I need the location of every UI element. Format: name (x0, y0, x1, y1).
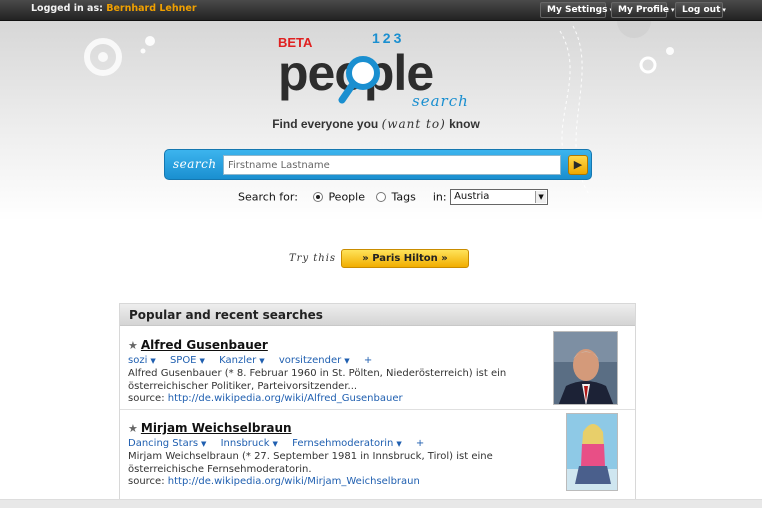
in-label: in: (432, 190, 447, 204)
tag-label: vorsitzender (278, 355, 342, 366)
tag-label: sozi (128, 355, 148, 366)
my-settings-button[interactable]: My Settings▾ (540, 2, 613, 18)
entry-description: Mirjam Weichselbraun (* 27. September 19… (128, 451, 493, 475)
person-photo[interactable] (566, 413, 618, 491)
source-label: source: (128, 476, 165, 487)
chevron-down-icon: ▼ (201, 440, 207, 448)
my-profile-button[interactable]: My Profile ▾ (611, 2, 675, 18)
username: Bernhard Lehner (106, 3, 197, 14)
popular-searches-panel: Popular and recent searches ★ Alfred Guse… (119, 303, 636, 500)
tagline: Find everyone you (want to) know (0, 117, 752, 131)
country-select[interactable]: Austria ▼ (450, 189, 549, 205)
tag-link[interactable]: Dancing Stars ▼ (128, 438, 206, 449)
try-this-label: Try this (289, 253, 337, 264)
tag-label: Dancing Stars (128, 438, 199, 449)
chevron-down-icon: ▼ (259, 357, 265, 365)
chevron-down-icon: ▼ (535, 191, 547, 203)
tag-label: Fernsehmoderatorin (292, 438, 394, 449)
tagline-script: (want to) (381, 117, 446, 131)
my-profile-label: My Profile (618, 5, 670, 15)
tag-link[interactable]: Fernsehmoderatorin ▼ (292, 438, 402, 449)
tag-label: Kanzler (219, 355, 257, 366)
add-tag-button[interactable]: + (364, 355, 372, 366)
entry-source: source: http://de.wikipedia.org/wiki/Alf… (128, 393, 403, 404)
radio-tags[interactable] (375, 192, 386, 202)
tag-link[interactable]: vorsitzender ▼ (279, 355, 350, 366)
chevron-down-icon: ▼ (272, 440, 278, 448)
tag-label: Innsbruck (220, 438, 270, 449)
tag-list: Dancing Stars ▼ Innsbruck ▼ Fernsehmoderat… (128, 438, 435, 449)
source-link[interactable]: http://de.wikipedia.org/wiki/Mirjam_Weic… (168, 476, 420, 487)
source-link[interactable]: http://de.wikipedia.org/wiki/Alfred_Guse… (168, 393, 403, 404)
add-tag-button[interactable]: + (416, 438, 424, 449)
logged-in-status: Logged in as: Bernhard Lehner (31, 3, 197, 14)
people-search-logo[interactable]: BETA 123 people search (272, 30, 492, 112)
entry-source: source: http://de.wikipedia.org/wiki/Mir… (128, 476, 420, 487)
tag-label: SPOE (169, 355, 197, 366)
chevron-down-icon: ▼ (344, 357, 350, 365)
radio-people-label[interactable]: People (328, 191, 365, 204)
chevron-down-icon: ▼ (199, 357, 205, 365)
person-photo[interactable] (553, 331, 618, 405)
list-item: ★ Mirjam Weichselbraun Dancing Stars ▼ Inn… (120, 411, 635, 493)
country-value: Austria (454, 191, 490, 202)
chevron-down-icon: ▼ (150, 357, 156, 365)
tagline-after: know (449, 117, 480, 131)
search-bar: search ▶ (164, 149, 592, 180)
bottom-scroll-area (0, 499, 762, 508)
arrow-right-icon: ▶ (573, 158, 583, 171)
tag-link[interactable]: SPOE ▼ (170, 355, 205, 366)
source-label: source: (128, 393, 165, 404)
entry-title: ★ Alfred Gusenbauer (128, 338, 268, 352)
search-label: search (173, 157, 217, 171)
popular-searches-heading: Popular and recent searches (120, 304, 635, 326)
tag-list: sozi ▼ SPOE ▼ Kanzler ▼ vorsitzender ▼ + (128, 355, 383, 366)
tag-link[interactable]: sozi ▼ (128, 355, 156, 366)
top-bar: Logged in as: Bernhard Lehner My Setting… (0, 0, 762, 21)
person-name-link[interactable]: Mirjam Weichselbraun (141, 421, 292, 435)
logged-in-label: Logged in as: (31, 3, 103, 14)
logo-numbers: 123 (372, 30, 404, 46)
logo-search-word: search (412, 92, 469, 110)
entry-description: Alfred Gusenbauer (* 8. Februar 1960 in … (128, 368, 507, 392)
log-out-button[interactable]: Log out ▾ (675, 2, 726, 18)
search-input[interactable] (223, 155, 561, 175)
my-settings-label: My Settings (547, 5, 608, 15)
radio-tags-label[interactable]: Tags (391, 191, 415, 204)
search-options: Search for: People Tags in: Austria ▼ (238, 189, 549, 207)
star-icon[interactable]: ★ (128, 339, 138, 352)
search-for-label: Search for: (238, 190, 298, 204)
entry-title: ★ Mirjam Weichselbraun (128, 421, 292, 435)
search-submit-button[interactable]: ▶ (568, 155, 588, 175)
radio-people[interactable] (312, 192, 323, 202)
star-icon[interactable]: ★ (128, 422, 138, 435)
tagline-before: Find everyone you (272, 117, 379, 131)
try-suggestion-button[interactable]: » Paris Hilton » (341, 249, 469, 268)
tag-link[interactable]: Kanzler ▼ (219, 355, 265, 366)
person-name-link[interactable]: Alfred Gusenbauer (141, 338, 268, 352)
log-out-label: Log out (682, 5, 721, 15)
chevron-down-icon: ▾ (722, 6, 726, 14)
chevron-down-icon: ▼ (396, 440, 402, 448)
list-item: ★ Alfred Gusenbauer sozi ▼ SPOE ▼ Kanzler ▼ … (120, 328, 635, 410)
tag-link[interactable]: Innsbruck ▼ (221, 438, 278, 449)
